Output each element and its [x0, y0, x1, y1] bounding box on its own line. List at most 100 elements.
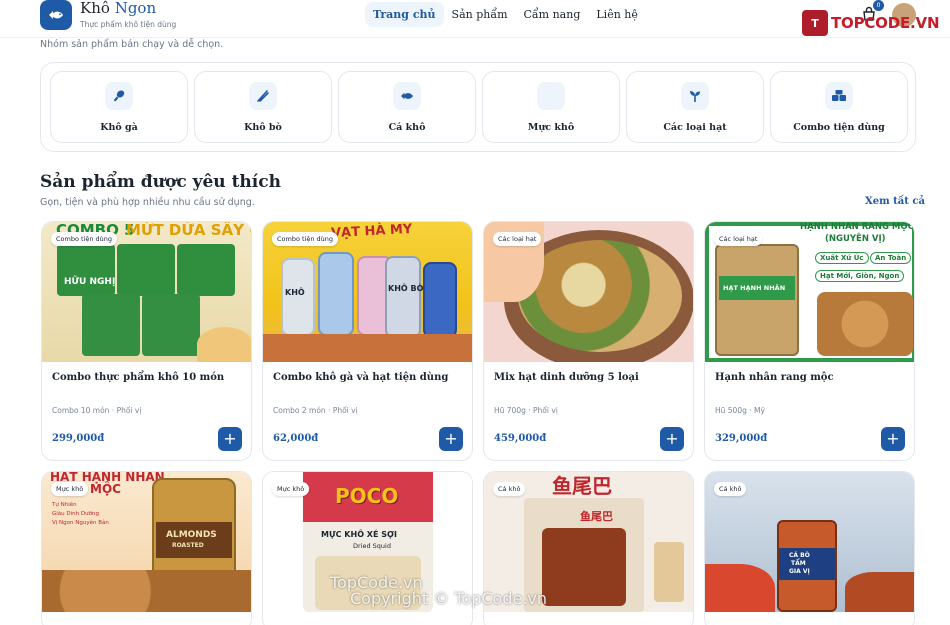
image-caption: Hạt Mới, Giòn, Ngon: [815, 270, 905, 282]
jar-shape: [715, 244, 799, 356]
product-name[interactable]: Combo thực phẩm khô 10 món: [52, 372, 224, 383]
category-intro: Nhóm sản phẩm bán chạy và dễ chọn.: [40, 39, 224, 50]
food-shape: [263, 334, 472, 362]
nav-products[interactable]: Sản phẩm: [444, 2, 516, 27]
image-caption: MỨT DỪA SẤY GIÒN: [126, 222, 251, 239]
add-to-cart-button[interactable]: +: [218, 427, 242, 451]
plus-icon: +: [223, 429, 237, 448]
nav-contact[interactable]: Liên hệ: [588, 2, 646, 27]
product-card[interactable]: CÁ BÒ TẨM GIA VỊ Cá khô: [704, 471, 915, 625]
category-badge: Mực khô: [272, 482, 310, 496]
package-shape: [82, 294, 140, 356]
image-caption: CÁ BÒ: [789, 552, 810, 559]
product-card[interactable]: COMBO 5 MỨT DỪA SẤY GIÒN HỮU NGHỊ Combo …: [41, 221, 252, 461]
jar-shape: [281, 258, 315, 336]
product-name[interactable]: Mix hạt dinh dưỡng 5 loại: [494, 372, 639, 383]
image-caption: (NGUYÊN VỊ): [825, 234, 886, 244]
boxes-icon: [832, 90, 846, 101]
section-title: Sản phẩm được yêu thích: [40, 172, 281, 192]
product-card[interactable]: HẠT HẠNH NHÂN HẠNH NHÂN RANG MỘC (NGUYÊN…: [704, 221, 915, 461]
category-badge: Combo tiện dùng: [272, 232, 339, 246]
image-caption: An Toàn: [870, 252, 912, 264]
brand-second: Ngon: [114, 0, 157, 17]
nuts-shape: [817, 292, 913, 356]
nav-guide[interactable]: Cẩm nang: [516, 2, 589, 27]
product-card[interactable]: Các loại hạt Mix hạt dinh dưỡng 5 loại H…: [483, 221, 694, 461]
nuts-shape: [42, 570, 251, 612]
product-price: 459,000đ: [494, 433, 547, 444]
category-icon-wrap: [537, 82, 565, 110]
food-shape: [845, 572, 914, 612]
category-badge: Cá khô: [714, 482, 747, 496]
food-shape: [197, 327, 251, 362]
category-card[interactable]: Mực khô: [482, 71, 620, 143]
package-shape: [142, 294, 200, 356]
logo[interactable]: [40, 0, 72, 30]
package-shape: [57, 244, 115, 296]
section-subtitle: Gọn, tiện và phù hợp nhiều nhu cầu sử dụ…: [40, 197, 255, 208]
product-card[interactable]: HẠT HẠNH NHÂN MỘC Tự Nhiên Giàu Dinh Dưỡ…: [41, 471, 252, 625]
category-icon-wrap: [105, 82, 133, 110]
image-caption: MỰC KHÔ XÉ SỢI: [321, 530, 397, 539]
watermark-line: Copyright © TopCode.vn: [350, 589, 548, 608]
food-shape: [542, 528, 626, 606]
food-shape: [705, 564, 775, 612]
category-card[interactable]: Các loại hạt: [626, 71, 764, 143]
product-card[interactable]: VẠT HÀ MY KHÔ KHÔ BÒ Combo tiện dùng Com…: [262, 221, 473, 461]
jar-shape: [385, 256, 421, 338]
add-to-cart-button[interactable]: +: [439, 427, 463, 451]
product-name[interactable]: Hạnh nhân rang mộc: [715, 372, 834, 383]
plus-icon: +: [665, 429, 679, 448]
image-caption: GIA VỊ: [789, 568, 810, 575]
image-caption: Dried Squid: [353, 542, 391, 550]
product-price: 299,000đ: [52, 433, 105, 444]
drumstick-icon: [114, 90, 125, 102]
category-card[interactable]: Khô gà: [50, 71, 188, 143]
product-name[interactable]: Combo khô gà và hạt tiện dùng: [273, 372, 448, 383]
main-nav: Trang chủ Sản phẩm Cẩm nang Liên hệ: [365, 2, 646, 27]
category-icon-wrap: [681, 82, 709, 110]
category-label: Khô gà: [100, 122, 138, 133]
image-caption: ROASTED: [172, 542, 204, 549]
category-label: Các loại hạt: [663, 122, 727, 133]
jar-shape: [318, 252, 354, 336]
jar-label-shape: [156, 522, 232, 558]
package-shape: [177, 244, 235, 296]
nav-home[interactable]: Trang chủ: [365, 2, 444, 27]
category-badge: Mực khô: [51, 482, 89, 496]
image-caption: Xuất Xứ Úc: [815, 252, 869, 264]
watermark-icon: T: [802, 10, 828, 36]
add-to-cart-button[interactable]: +: [660, 427, 684, 451]
category-icon-wrap: [825, 82, 853, 110]
image-caption: HỮU NGHỊ: [64, 277, 116, 287]
product-price: 62,000đ: [273, 433, 319, 444]
add-to-cart-button[interactable]: +: [881, 427, 905, 451]
product-meta: Hũ 700g · Phối vị: [494, 406, 558, 415]
watermark-logo: T TOPCODE.VN: [802, 10, 939, 36]
image-caption: KHÔ BÒ: [388, 284, 424, 293]
category-label: Cá khô: [388, 122, 426, 133]
category-badge: Các loại hạt: [493, 232, 542, 246]
product-meta: Hũ 500g · Mỹ: [715, 406, 765, 415]
image-caption: 鱼尾巴: [580, 510, 613, 523]
plus-icon: +: [886, 429, 900, 448]
category-badge: Các loại hạt: [714, 232, 763, 246]
category-label: Mực khô: [527, 122, 575, 133]
category-icon-wrap: [393, 82, 421, 110]
seedling-icon: [690, 91, 700, 102]
category-card[interactable]: Khô bò: [194, 71, 332, 143]
image-caption: 鱼尾巴: [552, 474, 612, 498]
image-caption: HẠT HẠNH NHÂN: [723, 284, 786, 292]
jar-shape: [423, 262, 457, 338]
image-caption: POCO: [335, 484, 399, 508]
category-card[interactable]: Combo tiện dùng: [770, 71, 908, 143]
category-badge: Combo tiện dùng: [51, 232, 118, 246]
brand-name[interactable]: Khô Ngon: [80, 0, 156, 17]
product-meta: Combo 2 món · Phối vị: [273, 406, 358, 415]
watermark-text: TOPCODE.VN: [831, 14, 940, 32]
food-shape: [654, 542, 684, 602]
category-card[interactable]: Cá khô: [338, 71, 476, 143]
category-label: Combo tiện dùng: [793, 122, 885, 133]
image-caption: TẨM: [791, 560, 806, 567]
see-all-link[interactable]: Xem tất cả: [865, 196, 925, 207]
